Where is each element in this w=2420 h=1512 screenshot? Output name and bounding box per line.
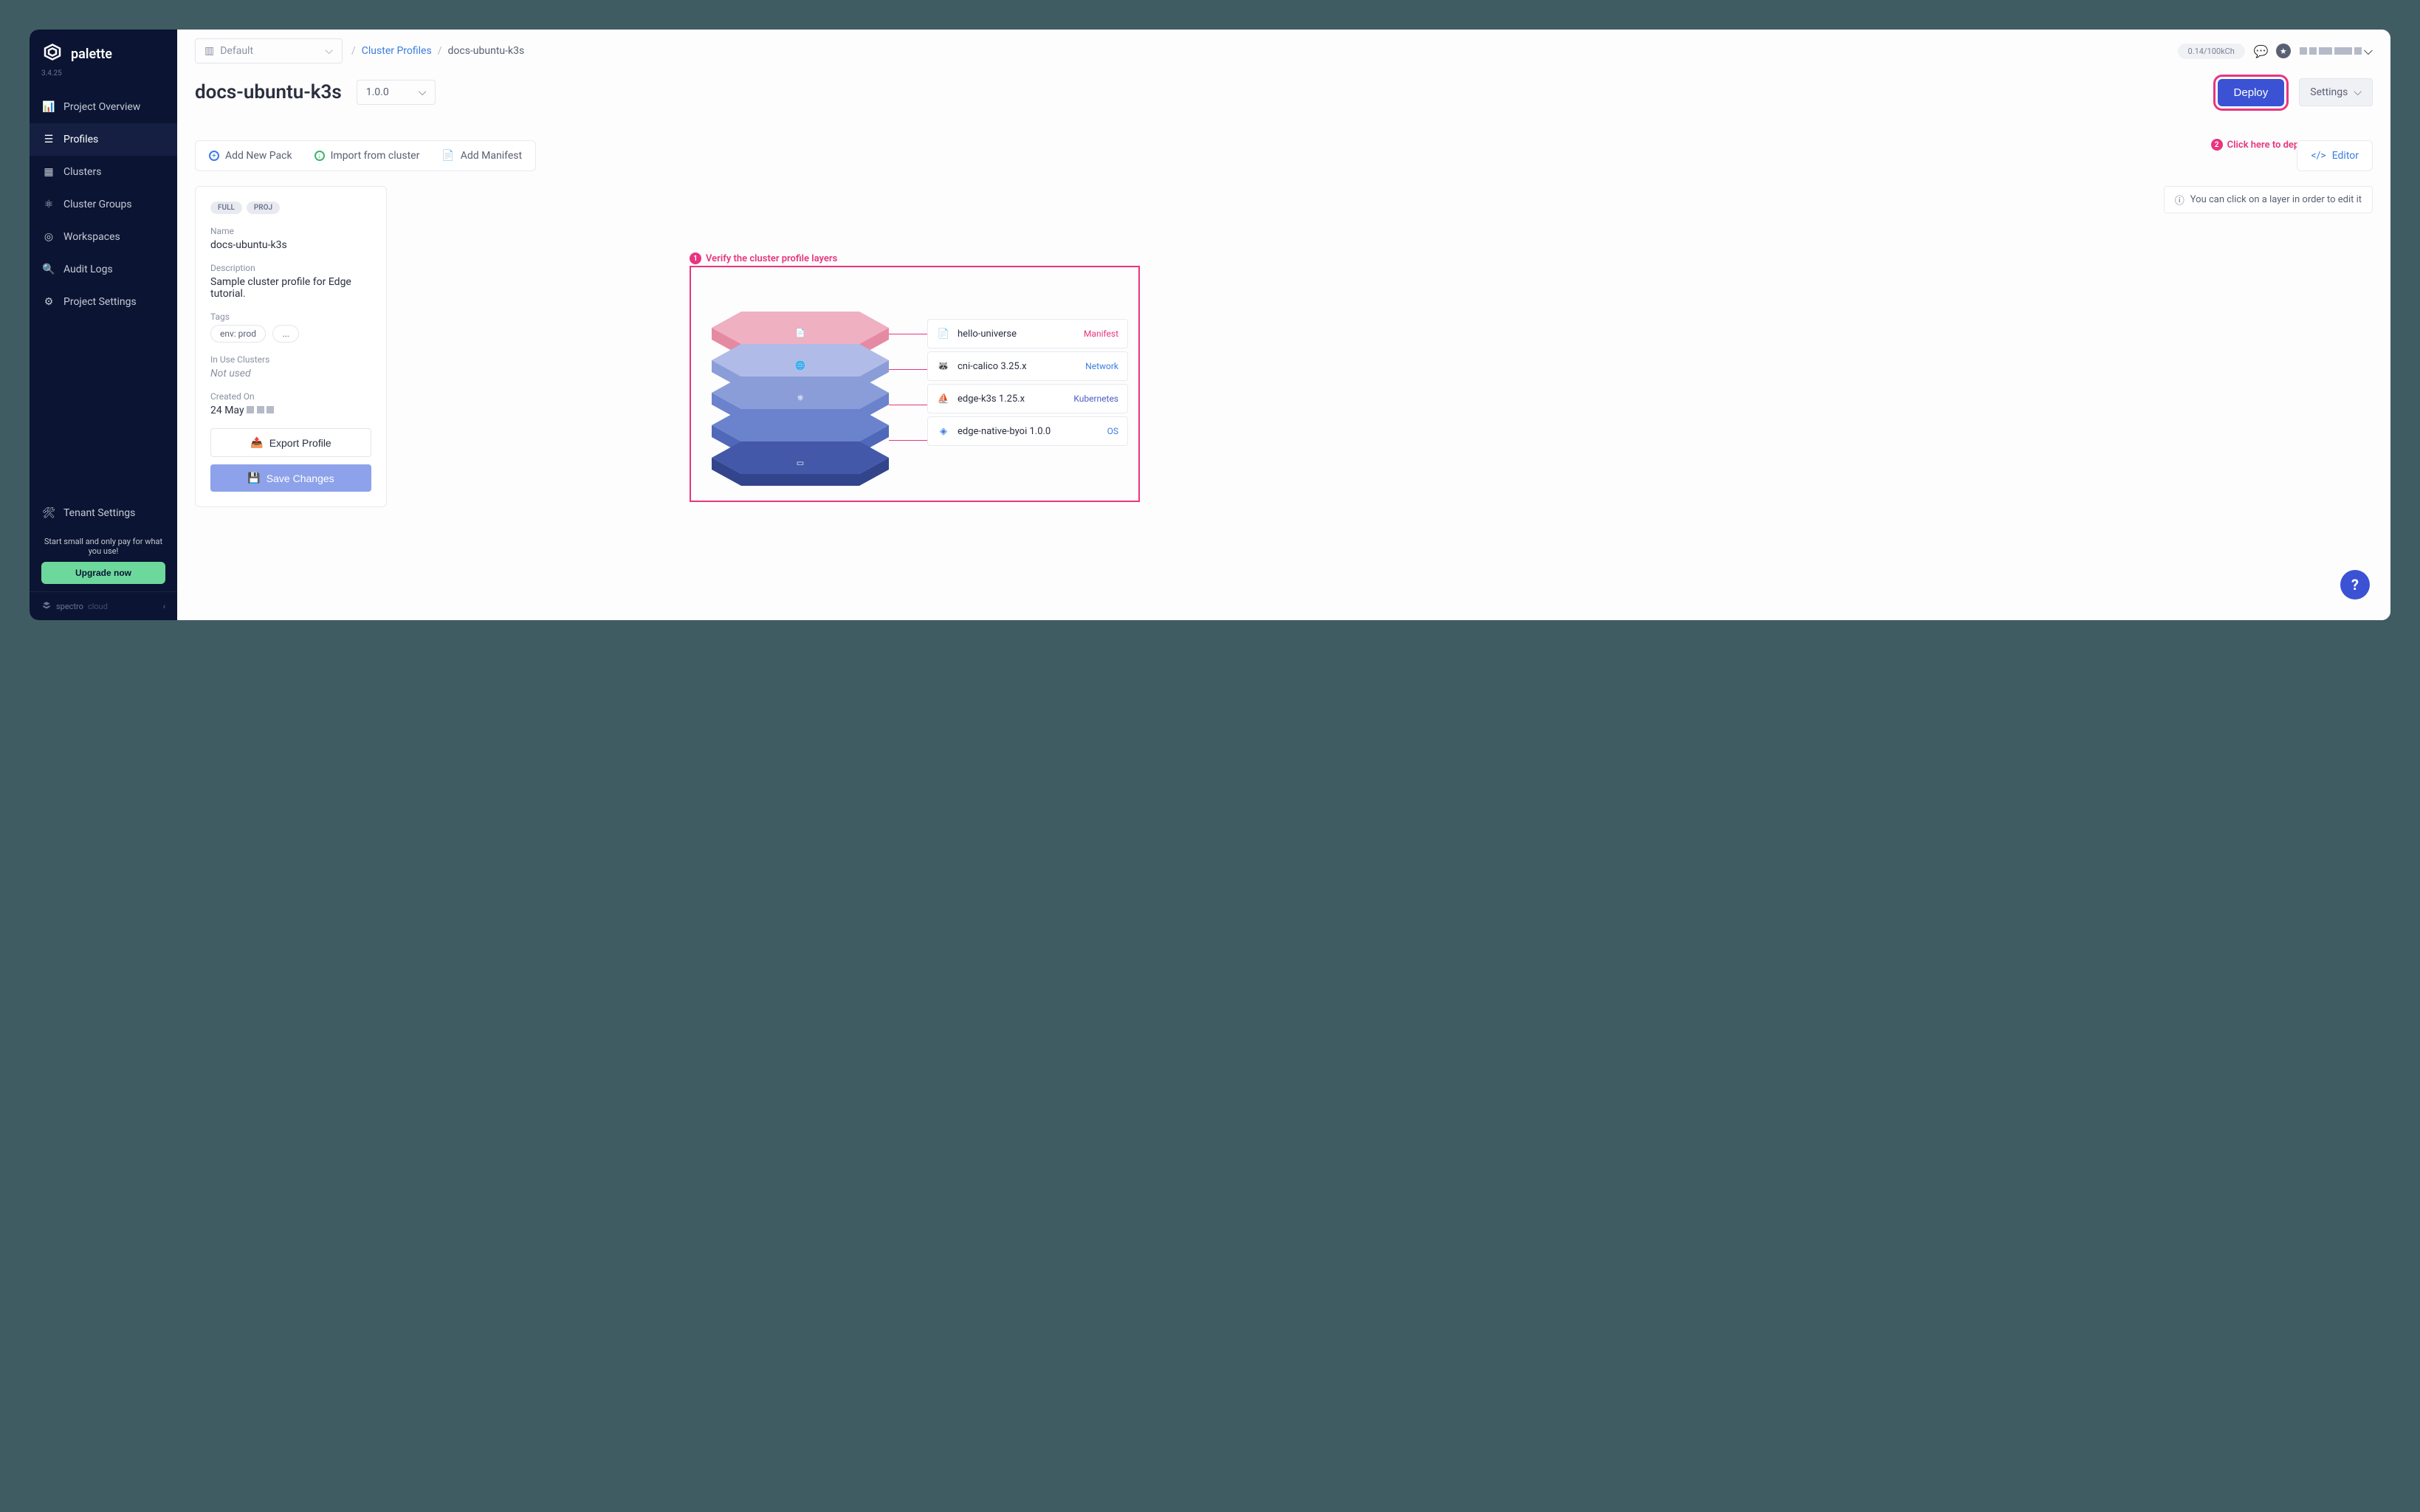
code-icon: </> [2311,150,2326,162]
nav-tenant-settings[interactable]: 🛠Tenant Settings [30,497,177,529]
promo-box: Start small and only pay for what you us… [30,529,177,591]
layers-icon: ☰ [43,134,55,145]
search-doc-icon: 🔍 [43,264,55,275]
k3s-icon: ⛵ [937,392,950,405]
save-changes-button[interactable]: 💾Save Changes [210,464,371,492]
tag-more[interactable]: ... [272,325,299,343]
app-window: palette 3.4.25 📊Project Overview ☰Profil… [30,30,2390,620]
editor-button[interactable]: </>Editor [2297,140,2373,171]
chevron-down-icon: ⌵ [419,86,427,98]
header-row: docs-ubuntu-k3s 1.0.0 ⌵ Deploy Settings … [177,72,2390,118]
upgrade-button[interactable]: Upgrade now [41,562,165,584]
deploy-button[interactable]: Deploy [2218,79,2285,106]
layer-row-os[interactable]: ◈ edge-native-byoi 1.0.0 OS [927,416,1128,446]
graph-icon: ⚛ [43,199,55,210]
save-icon: 💾 [247,472,260,484]
doc-icon: 📄 [795,328,805,337]
layer-row-manifest[interactable]: 📄 hello-universe Manifest [927,319,1128,348]
window-icon: ▭ [797,458,804,467]
info-icon: ⓘ [2175,193,2184,207]
calico-icon: 🦝 [937,360,950,373]
actions-left: +Add New Pack ↓Import from cluster 📄Add … [195,140,536,171]
project-dropdown[interactable]: ▥ Default ⌵ [195,38,343,63]
nav-project-overview[interactable]: 📊Project Overview [30,91,177,123]
chart-icon: 📊 [43,101,55,113]
nav-project-settings[interactable]: ⚙Project Settings [30,286,177,318]
layer-row-network[interactable]: 🦝 cni-calico 3.25.x Network [927,351,1128,381]
chat-icon[interactable]: 💬 [2254,44,2267,58]
add-manifest-button[interactable]: 📄Add Manifest [441,150,522,162]
settings-dropdown[interactable]: Settings ⌵ [2299,78,2373,106]
export-profile-button[interactable]: 📤Export Profile [210,428,371,457]
breadcrumb: / Cluster Profiles / docs-ubuntu-k3s [351,45,524,57]
tag-pill[interactable]: env: prod [210,325,266,343]
chevron-down-icon: ⌵ [2354,86,2362,98]
promo-text: Start small and only pay for what you us… [41,537,165,556]
profile-name: docs-ubuntu-k3s [210,239,371,251]
page-title: docs-ubuntu-k3s [195,81,342,103]
badge-full: FULL [210,202,242,214]
export-icon: 📤 [250,436,263,449]
logo-area: palette [30,30,177,69]
project-icon: ▥ [204,45,214,57]
version-dropdown[interactable]: 1.0.0 ⌵ [357,80,436,105]
created-on: 24 May [210,405,371,416]
main-content: ▥ Default ⌵ / Cluster Profiles / docs-ub… [177,30,2390,620]
profile-description: Sample cluster profile for Edge tutorial… [210,276,371,300]
info-hint: ⓘYou can click on a layer in order to ed… [2164,186,2373,213]
breadcrumb-link[interactable]: Cluster Profiles [362,45,432,57]
inuse-value: Not used [210,368,371,379]
layer-list: 📄 hello-universe Manifest 🦝 cni-calico 3… [927,319,1128,446]
sidebar: palette 3.4.25 📊Project Overview ☰Profil… [30,30,177,620]
nav-audit-logs[interactable]: 🔍Audit Logs [30,253,177,286]
layer-row-kubernetes[interactable]: ⛵ edge-k3s 1.25.x Kubernetes [927,384,1128,413]
user-menu[interactable]: ⌵ [2300,44,2373,58]
brand-name: palette [71,47,112,62]
brand-logo-icon [41,43,63,65]
star-icon[interactable]: ★ [2276,44,2291,58]
layer-hex-os[interactable]: ▭ [712,441,889,487]
workspace-icon: ◎ [43,231,55,243]
add-pack-button[interactable]: +Add New Pack [209,150,292,162]
os-icon: ◈ [937,425,950,438]
file-icon: 📄 [441,150,454,162]
chevron-down-icon: ⌵ [325,45,333,57]
nav-profiles[interactable]: ☰Profiles [30,123,177,156]
import-cluster-button[interactable]: ↓Import from cluster [314,150,420,162]
layers-area: ⓘYou can click on a layer in order to ed… [402,186,2373,507]
breadcrumb-current: docs-ubuntu-k3s [447,45,524,57]
nav: 📊Project Overview ☰Profiles ▦Clusters ⚛C… [30,91,177,529]
chevron-down-icon: ⌵ [2364,44,2373,58]
nav-workspaces[interactable]: ◎Workspaces [30,221,177,253]
actions-bar: +Add New Pack ↓Import from cluster 📄Add … [195,140,2373,171]
content-area: +Add New Pack ↓Import from cluster 📄Add … [177,118,2390,525]
layer-stack: 📄 🌐 ⎈ ▭ [712,312,889,474]
topbar: ▥ Default ⌵ / Cluster Profiles / docs-ub… [177,30,2390,72]
file-icon: 📄 [937,327,950,340]
nav-clusters[interactable]: ▦Clusters [30,156,177,188]
sidebar-footer[interactable]: spectro cloud ‹ [30,591,177,620]
globe-icon: 🌐 [795,360,805,370]
gear-icon: ⚙ [43,296,55,308]
version-label: 3.4.25 [30,69,177,91]
grid-icon: ▦ [43,166,55,178]
badge-proj: PROJ [247,202,280,214]
nav-cluster-groups[interactable]: ⚛Cluster Groups [30,188,177,221]
chevron-left-icon: ‹ [163,602,165,611]
callout-1: 1Verify the cluster profile layers [690,252,837,264]
help-fab[interactable]: ? [2340,570,2370,599]
details-card: FULL PROJ Name docs-ubuntu-k3s Descripti… [195,186,387,507]
usage-pill: 0.14/100kCh [2178,44,2245,59]
tools-icon: 🛠 [43,507,55,519]
spectro-logo-icon [41,601,52,611]
helm-icon: ⎈ [797,393,804,403]
